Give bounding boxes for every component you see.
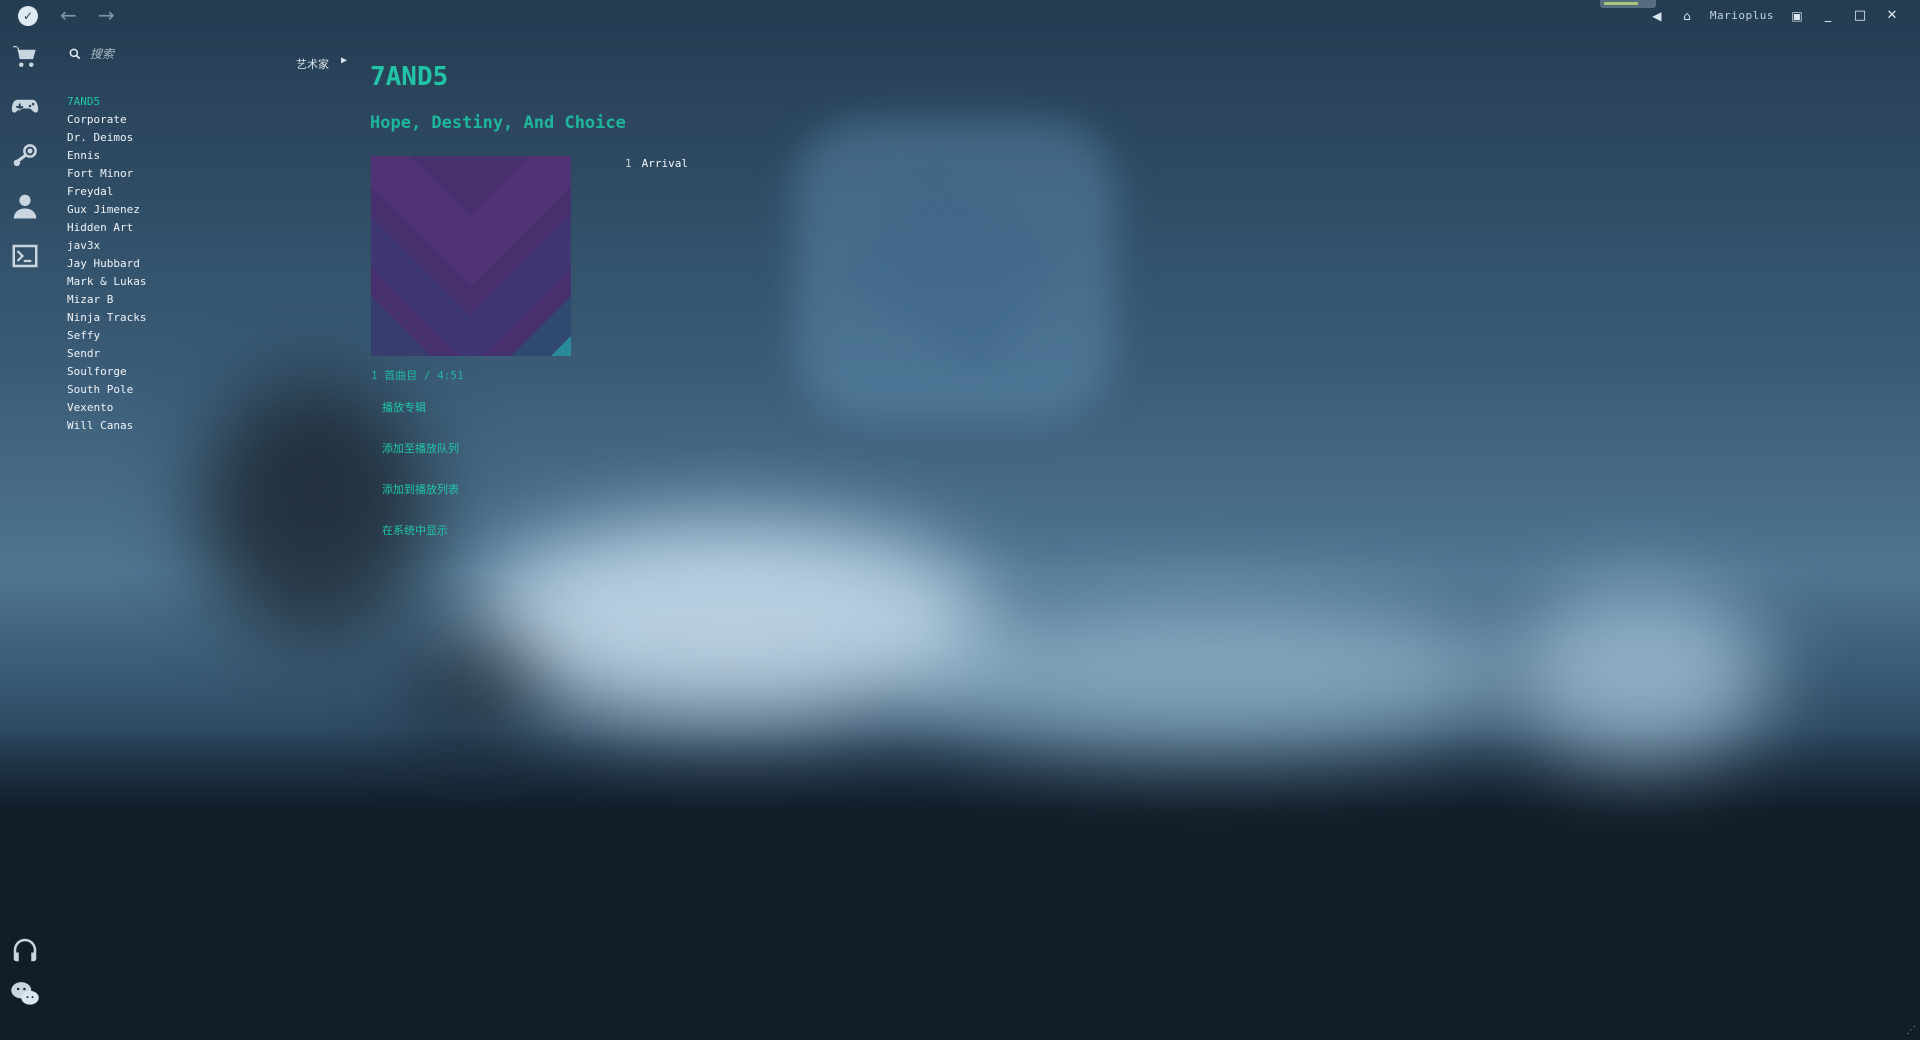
artist-list-item[interactable]: Vexento [67,399,146,417]
artist-title: 7AND5 [370,62,449,92]
minimize-button[interactable]: _ [1820,8,1836,23]
artist-list-item[interactable]: Fort Minor [67,165,146,183]
username-label[interactable]: Marioplus [1710,9,1774,22]
track-title: Arrival [641,157,688,170]
download-progress-fill [1604,2,1638,5]
background-glow [470,520,990,720]
show-in-system-button[interactable]: 在系统中显示 [382,522,448,538]
breadcrumb-artists[interactable]: 艺术家 [296,56,329,72]
resize-grip-icon[interactable]: ⋰ [1906,1025,1916,1036]
search-input[interactable] [88,46,262,62]
profile-icon[interactable] [9,190,41,222]
maximize-button[interactable]: □ [1852,8,1868,23]
artist-list-item[interactable]: Mizar B [67,291,146,309]
announcement-icon[interactable]: ◀ [1650,9,1664,23]
search-box[interactable] [68,44,268,64]
app-window: ✓ ← → ◀ ⌂ Marioplus ▣ _ □ ✕ 搜索 艺术家 ▶ 7AN… [0,0,1920,1040]
back-arrow-icon[interactable]: ← [60,3,77,27]
headphones-icon[interactable] [9,934,41,966]
album-track-count-duration: 1 首曲目 / 4:51 [371,369,464,382]
artist-list-item[interactable]: jav3x [67,237,146,255]
title-bar-right: ◀ ⌂ Marioplus ▣ _ □ ✕ [1650,8,1900,23]
artist-list-item[interactable]: Corporate [67,111,146,129]
track-number: 1 [625,157,632,170]
artist-list-item[interactable]: Mark & Lukas [67,273,146,291]
play-album-button[interactable]: 播放专辑 [382,399,426,415]
artist-list-item[interactable]: Seffy [67,327,146,345]
forward-arrow-icon[interactable]: → [98,3,115,27]
artist-list-item[interactable]: Hidden Art [67,219,146,237]
artist-list-item[interactable]: Sendr [67,345,146,363]
track-row[interactable]: 1 Arrival [625,157,688,170]
artist-list-item[interactable]: Soulforge [67,363,146,381]
search-icon [69,48,81,60]
gamepad-icon[interactable] [9,90,41,122]
close-button[interactable]: ✕ [1884,8,1900,23]
background-shadow [410,630,540,740]
artist-list-item[interactable]: Ninja Tracks [67,309,146,327]
breadcrumb-chevron-right-icon[interactable]: ▶ [341,55,347,66]
steam-icon[interactable] [9,140,41,172]
artist-list-item[interactable]: Will Canas [67,417,146,435]
artist-list-item[interactable]: 7AND5 [67,93,146,111]
title-bar: ✓ ← → ◀ ⌂ Marioplus ▣ _ □ ✕ [0,0,1920,32]
notification-icon[interactable]: ⌂ [1680,9,1694,23]
terminal-icon[interactable] [9,240,41,272]
background-shadow [200,380,430,640]
artist-list-item[interactable]: South Pole [67,381,146,399]
artist-list-item[interactable]: Jay Hubbard [67,255,146,273]
artist-list: 7AND5 Corporate Dr. Deimos Ennis Fort Minor F… [67,93,146,435]
album-cover-art [371,156,571,356]
background-glow [900,600,1520,750]
picture-in-picture-icon[interactable]: ▣ [1790,9,1804,23]
album-cover[interactable] [371,156,571,356]
add-to-queue-button[interactable]: 添加至播放队列 [382,440,459,456]
steam-logo-icon[interactable]: ✓ [18,6,38,26]
cart-icon[interactable] [9,40,41,72]
artist-list-item[interactable]: Freydal [67,183,146,201]
left-icon-rail [0,36,50,1040]
album-title[interactable]: Hope, Destiny, And Choice [370,113,626,133]
wechat-icon[interactable] [9,978,41,1010]
download-progress-bar[interactable] [1600,0,1656,8]
artist-list-item[interactable]: Dr. Deimos [67,129,146,147]
add-to-playlist-button[interactable]: 添加到播放列表 [382,481,459,497]
background-glow [1510,590,1770,760]
artist-list-item[interactable]: Gux Jimenez [67,201,146,219]
artist-list-item[interactable]: Ennis [67,147,146,165]
